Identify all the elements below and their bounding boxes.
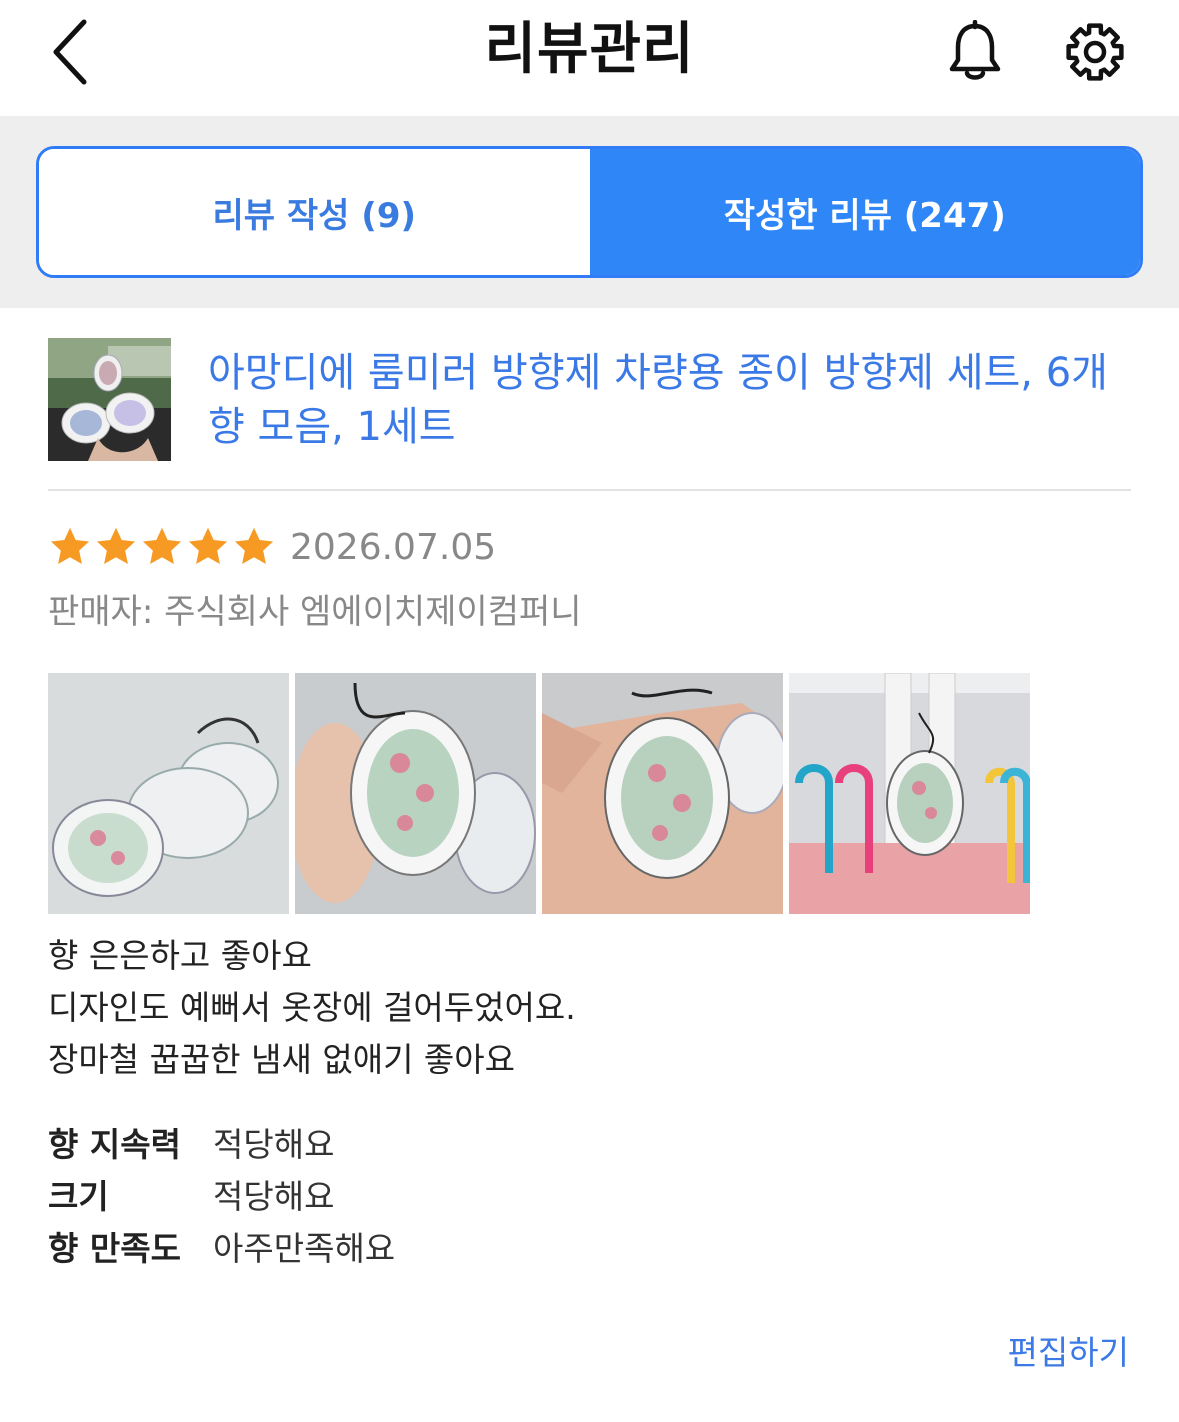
notifications-button[interactable] <box>940 14 1010 90</box>
attribute-row: 향 만족도 아주만족해요 <box>48 1220 748 1272</box>
star-icon <box>96 527 136 565</box>
rating-row: 2026.07.05 <box>48 522 496 572</box>
star-icon <box>234 527 274 565</box>
review-photo[interactable] <box>789 673 1030 914</box>
product-info[interactable]: 아망디에 룸미러 방향제 차량용 종이 방향제 세트, 6개 향 모음, 1세트 <box>48 338 1131 488</box>
gear-icon <box>1066 23 1124 81</box>
review-line: 디자인도 예뻐서 옷장에 걸어두었어요. <box>48 988 576 1027</box>
attribute-label: 향 만족도 <box>48 1229 181 1268</box>
attribute-value: 아주만족해요 <box>213 1229 396 1268</box>
review-tabs: 리뷰 작성 (9) 작성한 리뷰 (247) <box>36 146 1143 278</box>
seller-name: 판매자: 주식회사 엠에이치제이컴퍼니 <box>48 592 582 632</box>
tab-written-reviews[interactable]: 작성한 리뷰 (247) <box>589 149 1140 275</box>
star-icon <box>50 527 90 565</box>
back-button[interactable] <box>40 14 100 90</box>
attribute-label: 크기 <box>48 1177 109 1216</box>
settings-button[interactable] <box>1058 14 1132 90</box>
attribute-label: 향 지속력 <box>48 1125 181 1164</box>
tab-area: 리뷰 작성 (9) 작성한 리뷰 (247) <box>0 116 1179 308</box>
review-photo[interactable] <box>542 673 783 914</box>
review-body: 향 은은하고 좋아요 디자인도 예뻐서 옷장에 걸어두었어요. 장마철 꿉꿉한 … <box>48 930 1131 1086</box>
tab-write-review[interactable]: 리뷰 작성 (9) <box>39 149 590 275</box>
product-name[interactable]: 아망디에 룸미러 방향제 차량용 종이 방향제 세트, 6개 향 모음, 1세트 <box>208 346 1131 454</box>
divider <box>48 489 1131 491</box>
review-date: 2026.07.05 <box>290 526 497 568</box>
attribute-row: 크기 적당해요 <box>48 1168 748 1220</box>
product-thumbnail[interactable] <box>48 338 171 461</box>
top-bar: 리뷰관리 <box>0 0 1179 116</box>
star-rating <box>48 525 276 569</box>
review-photos <box>48 673 1030 914</box>
attribute-value: 적당해요 <box>213 1177 335 1216</box>
review-photo[interactable] <box>48 673 289 914</box>
chevron-left-icon <box>53 19 87 85</box>
review-line: 장마철 꿉꿉한 냄새 없애기 좋아요 <box>48 1040 515 1079</box>
review-line: 향 은은하고 좋아요 <box>48 936 312 975</box>
bell-icon <box>949 20 1001 80</box>
star-icon <box>142 527 182 565</box>
review-attributes: 향 지속력 적당해요 크기 적당해요 향 만족도 아주만족해요 <box>48 1116 748 1272</box>
attribute-value: 적당해요 <box>213 1125 335 1164</box>
review-photo[interactable] <box>295 673 536 914</box>
edit-review-link[interactable]: 편집하기 <box>1008 1326 1129 1374</box>
star-icon <box>188 527 228 565</box>
attribute-row: 향 지속력 적당해요 <box>48 1116 748 1168</box>
